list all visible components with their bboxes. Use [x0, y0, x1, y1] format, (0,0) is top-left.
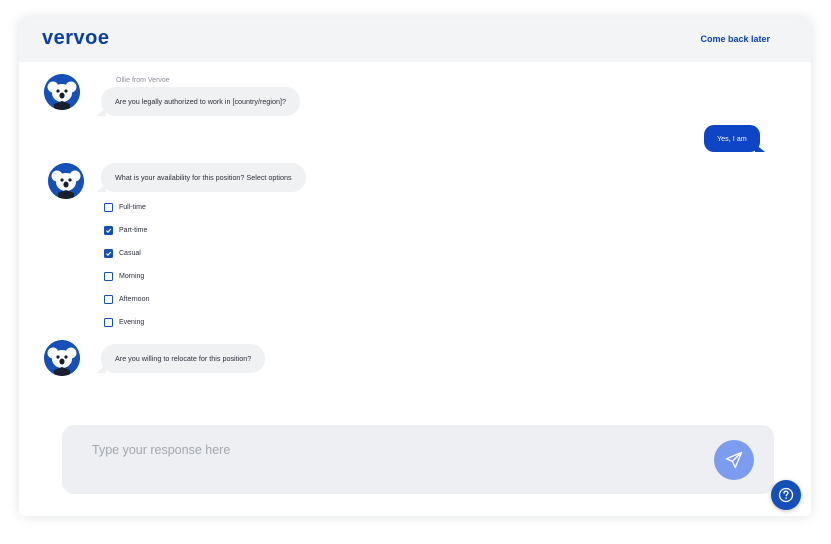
- option-part-time[interactable]: Part-time: [104, 223, 147, 237]
- checkbox[interactable]: [104, 271, 113, 281]
- bot-message: What is your availability for this posit…: [96, 163, 306, 192]
- option-full-time[interactable]: Full-time: [104, 200, 146, 214]
- option-morning[interactable]: Morning: [104, 269, 144, 283]
- bot-message: Are you willing to relocate for this pos…: [95, 344, 266, 373]
- help-button[interactable]: [771, 480, 801, 510]
- option-evening[interactable]: Evening: [104, 315, 144, 329]
- option-afternoon[interactable]: Afternoon: [104, 292, 149, 306]
- user-message: Yes, I am: [704, 125, 765, 152]
- option-label: Evening: [119, 318, 145, 326]
- checkbox-checked[interactable]: [104, 248, 113, 258]
- option-label: Afternoon: [119, 295, 150, 303]
- bot-message: Are you legally authorized to work in [c…: [96, 87, 300, 116]
- option-label: Part-time: [119, 226, 148, 234]
- koala-avatar-icon: [44, 340, 80, 376]
- paper-plane-icon: [725, 451, 743, 469]
- option-label: Full-time: [119, 203, 146, 211]
- vervoe-logo: vervoe: [42, 27, 110, 49]
- koala-avatar-icon: [48, 163, 84, 199]
- question-mark-icon: [778, 487, 794, 503]
- come-back-later-link[interactable]: Come back later: [700, 34, 770, 44]
- response-input[interactable]: [90, 439, 694, 461]
- option-casual[interactable]: Casual: [104, 246, 141, 260]
- checkbox-checked[interactable]: [104, 225, 113, 235]
- checkbox[interactable]: [104, 202, 113, 212]
- koala-avatar-icon: [44, 74, 80, 110]
- send-button[interactable]: [714, 440, 754, 480]
- checkbox[interactable]: [104, 294, 113, 304]
- option-label: Casual: [119, 249, 141, 257]
- option-label: Morning: [119, 272, 145, 280]
- checkbox[interactable]: [104, 317, 113, 327]
- response-composer: [62, 425, 774, 494]
- chat-window: vervoe Come back later Ollie from Vervoe…: [19, 18, 811, 516]
- sender-name: Ollie from Vervoe: [116, 77, 170, 84]
- header: vervoe Come back later: [19, 18, 811, 62]
